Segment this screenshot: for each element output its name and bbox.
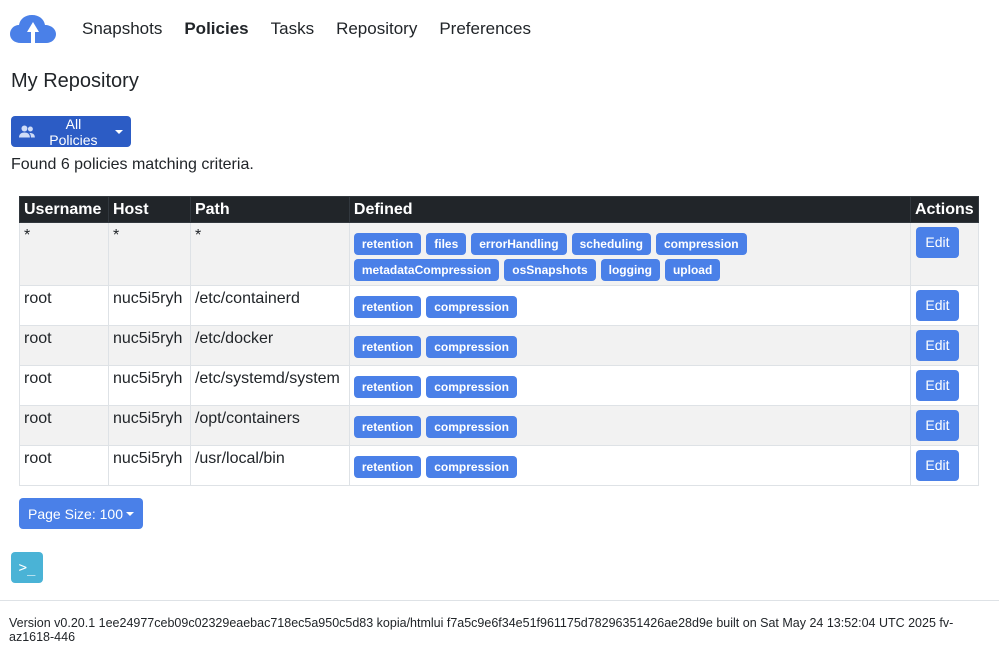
policy-badge-metadatacompression: metadataCompression <box>353 259 500 281</box>
cell-host: nuc5i5ryh <box>107 365 191 406</box>
edit-button[interactable]: Edit <box>915 410 959 441</box>
cell-username: root <box>19 445 109 486</box>
table-row: root nuc5i5ryh/etc/containerd retention com… <box>19 285 980 326</box>
table-row: root nuc5i5ryh/usr/local/bin retention comp… <box>19 445 980 486</box>
page-title: My Repository <box>11 70 139 92</box>
policy-badge-compression: compression <box>426 336 517 358</box>
policy-badge-retention: retention <box>353 233 422 255</box>
defined-badges: retention compression <box>353 370 774 398</box>
policy-badge-retention: retention <box>353 336 422 358</box>
users-icon <box>19 125 35 138</box>
defined-badges: retention files errorHandling scheduling com… <box>353 227 774 281</box>
cell-defined: retention compression <box>348 445 911 486</box>
top-navbar: Snapshots Policies Tasks Repository Preferen… <box>0 0 999 60</box>
policy-badge-compression: compression <box>426 416 517 438</box>
caret-down-icon <box>125 512 134 516</box>
policy-badge-retention: retention <box>353 416 422 438</box>
terminal-icon: >_ <box>18 559 36 576</box>
cell-actions: Edit <box>909 222 980 286</box>
cell-host: nuc5i5ryh <box>107 325 191 366</box>
policy-badge-compression: compression <box>426 376 517 398</box>
cell-path: * <box>189 222 350 286</box>
nav-link-policies[interactable]: Policies <box>184 19 248 39</box>
cell-defined: retention compression <box>348 325 911 366</box>
column-header-username[interactable]: Username <box>19 196 109 223</box>
cell-username: root <box>19 405 109 446</box>
policy-badge-errorhandling: errorHandling <box>471 233 567 255</box>
column-header-actions: Actions <box>909 196 980 223</box>
policies-table: Username Host Path Defined Actions * * * re… <box>19 196 980 486</box>
cell-path: /etc/systemd/system <box>189 365 350 406</box>
table-row: * * * retention files errorHandling scheduling… <box>19 222 980 286</box>
policy-badge-files: files <box>426 233 467 255</box>
all-policies-dropdown-button[interactable]: All Policies <box>11 115 131 148</box>
cell-defined: retention compression <box>348 405 911 446</box>
edit-button[interactable]: Edit <box>915 370 959 401</box>
policy-badge-upload: upload <box>664 259 721 281</box>
edit-button[interactable]: Edit <box>915 450 959 481</box>
table-header-row: Username Host Path Defined Actions <box>19 196 980 223</box>
all-policies-label: All Policies <box>49 115 98 148</box>
terminal-button[interactable]: >_ <box>11 552 43 583</box>
results-count-text: Found 6 policies matching criteria. <box>11 156 254 173</box>
cell-host: * <box>107 222 191 286</box>
caret-down-icon <box>115 130 123 134</box>
column-header-path[interactable]: Path <box>189 196 350 223</box>
cell-path: /usr/local/bin <box>189 445 350 486</box>
kopia-cloud-logo-icon[interactable] <box>10 14 56 44</box>
edit-button[interactable]: Edit <box>915 290 959 321</box>
policy-badge-retention: retention <box>353 296 422 318</box>
column-header-host[interactable]: Host <box>107 196 191 223</box>
cell-path: /etc/containerd <box>189 285 350 326</box>
app-root: Snapshots Policies Tasks Repository Preferen… <box>0 0 999 649</box>
footer: Version v0.20.1 1ee24977ceb09c02329eaeba… <box>0 600 999 649</box>
page-size-dropdown-button[interactable]: Page Size: 100 <box>19 498 143 529</box>
version-text: Version v0.20.1 1ee24977ceb09c02329eaeba… <box>9 616 954 644</box>
table-row: root nuc5i5ryh/etc/docker retention compres… <box>19 325 980 366</box>
edit-button[interactable]: Edit <box>915 227 959 258</box>
policy-badge-ossnapshots: osSnapshots <box>504 259 596 281</box>
defined-badges: retention compression <box>353 330 774 358</box>
nav-link-preferences[interactable]: Preferences <box>439 19 531 39</box>
cell-actions: Edit <box>909 445 980 486</box>
cell-defined: retention compression <box>348 285 911 326</box>
column-header-defined[interactable]: Defined <box>348 196 911 223</box>
table-row: root nuc5i5ryh/etc/systemd/system retentio… <box>19 365 980 406</box>
defined-badges: retention compression <box>353 290 774 318</box>
cell-username: root <box>19 365 109 406</box>
page-size-label: Page Size: 100 <box>28 505 123 522</box>
cell-path: /etc/docker <box>189 325 350 366</box>
nav-link-tasks[interactable]: Tasks <box>271 19 314 39</box>
edit-button[interactable]: Edit <box>915 330 959 361</box>
nav-link-repository[interactable]: Repository <box>336 19 417 39</box>
cell-actions: Edit <box>909 325 980 366</box>
policy-badge-retention: retention <box>353 456 422 478</box>
cell-actions: Edit <box>909 285 980 326</box>
cell-username: * <box>19 222 109 286</box>
policy-badge-scheduling: scheduling <box>571 233 651 255</box>
nav-links: Snapshots Policies Tasks Repository Preferen… <box>82 19 553 39</box>
defined-badges: retention compression <box>353 410 774 438</box>
cell-actions: Edit <box>909 405 980 446</box>
cell-defined: retention compression <box>348 365 911 406</box>
table-body: * * * retention files errorHandling scheduling… <box>19 222 980 486</box>
policy-badge-compression: compression <box>426 296 517 318</box>
nav-link-snapshots[interactable]: Snapshots <box>82 19 162 39</box>
cell-username: root <box>19 285 109 326</box>
cell-actions: Edit <box>909 365 980 406</box>
defined-badges: retention compression <box>353 450 774 478</box>
policy-badge-logging: logging <box>600 259 660 281</box>
table-row: root nuc5i5ryh/opt/containers retention com… <box>19 405 980 446</box>
cell-defined: retention files errorHandling scheduling com… <box>348 222 911 286</box>
cell-host: nuc5i5ryh <box>107 445 191 486</box>
cell-host: nuc5i5ryh <box>107 285 191 326</box>
policy-badge-compression: compression <box>426 456 517 478</box>
policy-badge-compression: compression <box>655 233 747 255</box>
cell-host: nuc5i5ryh <box>107 405 191 446</box>
policy-badge-retention: retention <box>353 376 422 398</box>
cell-path: /opt/containers <box>189 405 350 446</box>
cell-username: root <box>19 325 109 366</box>
